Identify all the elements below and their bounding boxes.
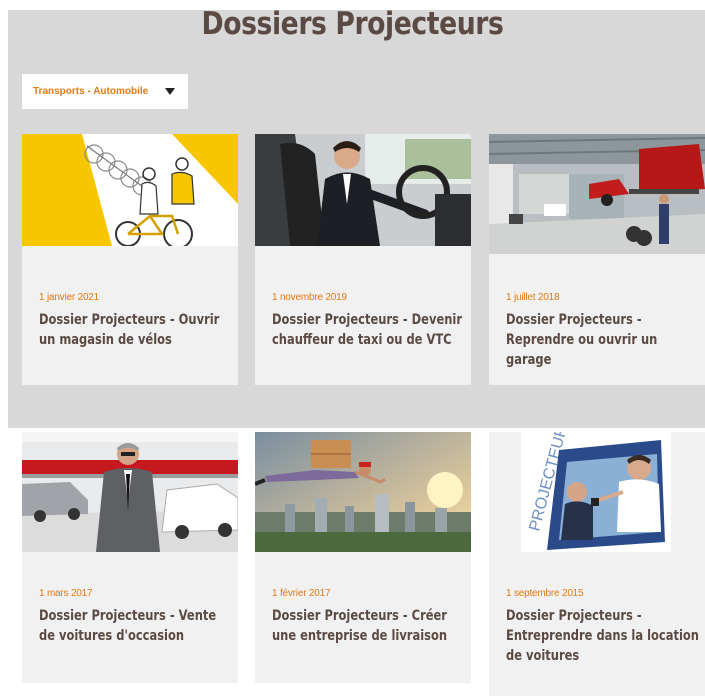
article-date: 1 janvier 2021 [39,292,100,303]
article-date: 1 septembre 2015 [506,588,584,599]
article-image-taxi-driver [255,134,471,246]
article-card[interactable]: 1 février 2017 Dossier Projecteurs - Cré… [255,432,471,683]
category-filter-value: Transports - Automobile [33,86,149,97]
article-title[interactable]: Dossier Projecteurs - Créer une entrepri… [272,606,469,646]
article-card[interactable]: 1 novembre 2019 Dossier Projecteurs - De… [255,134,471,385]
article-title[interactable]: Dossier Projecteurs - Vente de voitures … [39,606,236,646]
article-image-garage [489,134,705,254]
article-title[interactable]: Dossier Projecteurs - Ouvrir un magasin … [39,310,236,350]
article-date: 1 novembre 2019 [272,292,347,303]
article-card[interactable]: 1 mars 2017 Dossier Projecteurs - Vente … [22,432,238,683]
article-image-delivery [255,432,471,552]
caret-down-icon [165,88,175,95]
category-filter-dropdown[interactable]: Transports - Automobile [22,74,188,109]
article-image-car-rental: PROJECTEURS [489,432,705,552]
article-date: 1 juillet 2018 [506,292,560,303]
page-title: Dossiers Projecteurs [201,6,504,42]
article-card[interactable]: PROJECTEURS 1 septembre 2015 Dossier Pro… [489,432,705,696]
article-title[interactable]: Dossier Projecteurs - Entreprendre dans … [506,606,703,666]
article-image-used-car-dealer [22,432,238,552]
article-date: 1 mars 2017 [39,588,93,599]
article-title[interactable]: Dossier Projecteurs - Reprendre ou ouvri… [506,310,703,370]
article-title[interactable]: Dossier Projecteurs - Devenir chauffeur … [272,310,469,350]
article-image-bike-shop [22,134,238,246]
article-date: 1 février 2017 [272,588,331,599]
article-card[interactable]: 1 janvier 2021 Dossier Projecteurs - Ouv… [22,134,238,385]
article-card[interactable]: 1 juillet 2018 Dossier Projecteurs - Rep… [489,134,705,385]
